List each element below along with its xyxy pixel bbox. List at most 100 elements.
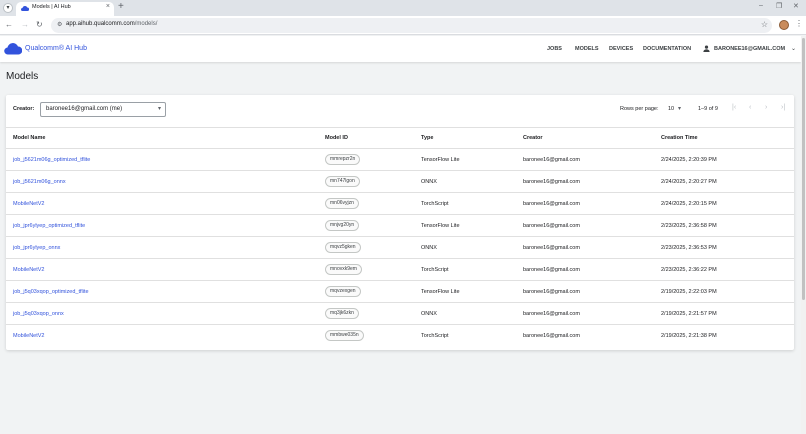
bookmark-star-icon[interactable]: ☆: [761, 20, 768, 29]
qualcomm-logo-icon[interactable]: [4, 42, 22, 55]
creation-time: 2/19/2025, 2:22:03 PM: [661, 289, 717, 295]
table-row[interactable]: MobileNetV2 mmbwe035n TorchScript barone…: [6, 325, 794, 347]
next-page-icon[interactable]: ›: [765, 104, 767, 111]
model-type: TensorFlow Lite: [421, 157, 460, 163]
model-name-link[interactable]: job_j5q03xqop_onnx: [13, 311, 64, 317]
tab-close-icon[interactable]: ×: [106, 3, 110, 10]
creation-time: 2/19/2025, 2:21:57 PM: [661, 311, 717, 317]
address-bar[interactable]: ⚙ app.aihub.qualcomm.com/models/ ☆: [51, 18, 772, 33]
model-name-link[interactable]: job_j5621m06g_onnx: [13, 179, 66, 185]
app-header: Qualcomm® AI Hub JOBS MODELS DEVICES DOC…: [0, 36, 801, 62]
model-type: TensorFlow Lite: [421, 289, 460, 295]
model-creator: baronee16@gmail.com: [523, 289, 580, 295]
maximize-icon[interactable]: ❐: [776, 2, 782, 10]
url-text[interactable]: app.aihub.qualcomm.com/models/: [66, 21, 157, 27]
column-header-model-id[interactable]: Model ID: [325, 135, 348, 141]
page-scrollbar[interactable]: [801, 36, 806, 434]
window-close-icon[interactable]: ✕: [793, 2, 799, 10]
column-header-type[interactable]: Type: [421, 135, 433, 141]
browser-menu-icon[interactable]: ⋮: [795, 19, 803, 28]
chevron-down-icon[interactable]: ⌄: [791, 45, 796, 52]
model-name-link[interactable]: MobileNetV2: [13, 267, 45, 273]
model-type: TorchScript: [421, 201, 449, 207]
user-icon: [703, 45, 710, 52]
rows-per-page-label: Rows per page:: [620, 106, 659, 112]
model-id-chip: mn06vyjzn: [325, 198, 359, 209]
rows-per-page-caret-icon[interactable]: ▾: [678, 105, 681, 112]
model-type: TorchScript: [421, 333, 449, 339]
column-header-creation-time[interactable]: Creation Time: [661, 135, 698, 141]
creation-time: 2/23/2025, 2:36:58 PM: [661, 223, 717, 229]
first-page-icon[interactable]: |‹: [732, 104, 736, 111]
browser-tabstrip: ▾ Models | AI Hub × + – ❐ ✕: [0, 0, 806, 16]
page-title: Models: [6, 71, 39, 82]
previous-page-icon[interactable]: ‹: [749, 104, 751, 111]
table-row[interactable]: MobileNetV2 mn06vyjzn TorchScript barone…: [6, 193, 794, 215]
creation-time: 2/24/2025, 2:20:15 PM: [661, 201, 717, 207]
model-id-chip: mnovxk9em: [325, 264, 362, 275]
back-icon[interactable]: ←: [5, 20, 13, 30]
table-row[interactable]: job_j5q03xqop_onnx mq3jk6zkn ONNX barone…: [6, 303, 794, 325]
user-menu[interactable]: BARONEE16@GMAIL.COM: [714, 46, 785, 52]
column-header-model-name[interactable]: Model Name: [13, 135, 45, 141]
model-name-link[interactable]: job_jpr6ylyep_optimized_tflite: [13, 223, 85, 229]
url-host: app.aihub.qualcomm.com: [66, 21, 135, 27]
column-header-creator[interactable]: Creator: [523, 135, 543, 141]
profile-avatar[interactable]: [779, 20, 789, 30]
model-creator: baronee16@gmail.com: [523, 311, 580, 317]
new-tab-icon[interactable]: +: [118, 1, 124, 13]
table-row[interactable]: job_jpr6ylyep_onnx mqvz5gken ONNX barone…: [6, 237, 794, 259]
table-row[interactable]: job_j5621m06g_onnx mn747lgon ONNX barone…: [6, 171, 794, 193]
creator-select-value: baronee16@gmail.com (me): [46, 106, 123, 112]
model-type: TensorFlow Lite: [421, 223, 460, 229]
model-creator: baronee16@gmail.com: [523, 333, 580, 339]
forward-icon[interactable]: →: [21, 20, 29, 30]
model-type: TorchScript: [421, 267, 449, 273]
brand-name[interactable]: Qualcomm® AI Hub: [25, 45, 87, 52]
model-creator: baronee16@gmail.com: [523, 223, 580, 229]
table-row[interactable]: job_jpr6ylyep_optimized_tflite mnjvg20yn…: [6, 215, 794, 237]
reload-icon[interactable]: ↻: [36, 20, 43, 30]
last-page-icon[interactable]: ›|: [781, 104, 785, 111]
model-creator: baronee16@gmail.com: [523, 157, 580, 163]
nav-models[interactable]: MODELS: [575, 46, 599, 52]
creation-time: 2/23/2025, 2:36:22 PM: [661, 267, 717, 273]
minimize-icon[interactable]: –: [759, 2, 763, 9]
qualcomm-cloud-icon: [21, 6, 29, 11]
table-header: Model Name Model ID Type Creator Creatio…: [6, 127, 794, 149]
model-name-link[interactable]: MobileNetV2: [13, 333, 45, 339]
creator-filter-label: Creator:: [13, 106, 35, 112]
pagination-range: 1–9 of 9: [698, 106, 718, 112]
model-name-link[interactable]: job_jpr6ylyep_onnx: [13, 245, 60, 251]
browser-tab[interactable]: Models | AI Hub ×: [16, 2, 114, 16]
creation-time: 2/24/2025, 2:20:39 PM: [661, 157, 717, 163]
model-creator: baronee16@gmail.com: [523, 267, 580, 273]
nav-devices[interactable]: DEVICES: [609, 46, 633, 52]
creation-time: 2/24/2025, 2:20:27 PM: [661, 179, 717, 185]
table-row[interactable]: job_j5q03xqop_optimized_tflite mqvzexgen…: [6, 281, 794, 303]
scrollbar-thumb[interactable]: [802, 38, 805, 300]
model-name-link[interactable]: job_j5q03xqop_optimized_tflite: [13, 289, 89, 295]
dropdown-caret-icon: ▾: [157, 106, 161, 112]
nav-jobs[interactable]: JOBS: [547, 46, 562, 52]
model-name-link[interactable]: job_j5621m06g_optimized_tflite: [13, 157, 90, 163]
model-id-chip: mn747lgon: [325, 176, 360, 187]
model-name-link[interactable]: MobileNetV2: [13, 201, 45, 207]
model-id-chip: mmbwe035n: [325, 330, 364, 341]
model-id-chip: mqvz5gken: [325, 242, 361, 253]
table-row[interactable]: MobileNetV2 mnovxk9em TorchScript barone…: [6, 259, 794, 281]
model-type: ONNX: [421, 311, 437, 317]
tab-search-icon[interactable]: ▾: [3, 3, 13, 13]
model-creator: baronee16@gmail.com: [523, 201, 580, 207]
table-row[interactable]: job_j5621m06g_optimized_tflite mmrepzr2n…: [6, 149, 794, 171]
site-info-icon[interactable]: ⚙: [57, 21, 62, 28]
model-creator: baronee16@gmail.com: [523, 179, 580, 185]
model-id-chip: mmrepzr2n: [325, 154, 361, 165]
model-type: ONNX: [421, 179, 437, 185]
creation-time: 2/19/2025, 2:21:38 PM: [661, 333, 717, 339]
creator-select[interactable]: baronee16@gmail.com (me) ▾: [40, 102, 166, 117]
browser-toolbar: ← → ↻ ⚙ app.aihub.qualcomm.com/models/ ☆…: [0, 16, 806, 35]
model-id-chip: mq3jk6zkn: [325, 308, 359, 319]
nav-documentation[interactable]: DOCUMENTATION: [643, 46, 691, 52]
rows-per-page-select[interactable]: 10: [668, 106, 674, 112]
